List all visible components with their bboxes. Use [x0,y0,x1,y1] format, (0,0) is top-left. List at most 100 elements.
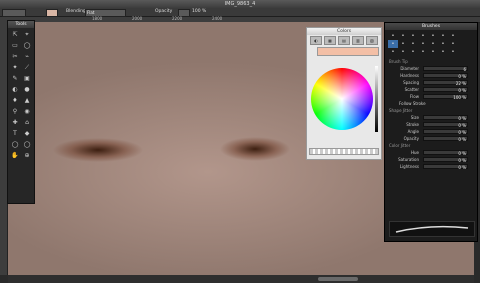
setting-row: Spacing 22 % [385,79,477,86]
tool-icon[interactable]: ✎ [9,73,21,84]
tool-icon[interactable]: ⌖ [21,29,33,40]
colors-panel: Colors ◐ ▦ ▤ ▥ ▧ [306,27,382,160]
follow-stroke-checkbox[interactable]: Follow Stroke [385,100,477,107]
setting-label: Angle [407,129,419,134]
tool-icon[interactable]: T [9,128,21,139]
tool-icon[interactable]: ◯ [21,139,33,150]
brush-preset[interactable]: • [398,40,408,48]
brush-preset[interactable]: • [438,40,448,48]
brightness-slider[interactable] [375,66,378,132]
tools-panel: Tools ⇱ ⌖ ▭ ◯ ✂ ⌁ ✦ ⟋ ✎ ▣ ◐ ● ♦ ▲ ⚲ ◉ ✚ ⌂ T ◆ ◯ ◯ ✋ ⊕ [7,20,35,204]
setting-value[interactable]: 0 % [423,136,468,142]
brush-preset[interactable]: • [388,48,398,56]
setting-label: Hardness [400,73,419,78]
brush-preset[interactable]: • [408,40,418,48]
tool-icon[interactable]: ◯ [9,139,21,150]
ruler-label: 1800 [92,16,103,21]
brush-preset[interactable]: • [438,32,448,40]
color-jitter-heading: Color Jitter [389,143,411,148]
window-title: IMG_9863_4 [224,1,256,7]
palette-strip[interactable] [309,148,379,155]
setting-value[interactable]: 0 % [423,87,468,93]
horizontal-scrollbar[interactable] [8,275,474,283]
setting-value[interactable]: 22 % [423,80,468,86]
current-color-swatch[interactable] [317,47,379,56]
brush-preset-grid: • • • • • • • • • • • • • • • • • • • • • [385,30,477,58]
tool-icon[interactable]: ● [21,84,33,95]
setting-value[interactable]: 6 [423,66,468,72]
blending-label: Blending [66,9,86,14]
tool-icon[interactable]: ✋ [9,150,21,161]
setting-value[interactable]: 100 % [423,94,468,100]
color-mode-tab[interactable]: ▦ [324,36,336,45]
tool-icon[interactable]: ⇱ [9,29,21,40]
tool-icon[interactable]: ⚲ [9,106,21,117]
setting-value[interactable]: 0 % [423,115,468,121]
tool-icon[interactable]: ◉ [21,106,33,117]
setting-row: Angle 0 % [385,128,477,135]
setting-value[interactable]: 0 % [423,157,468,163]
tool-icon[interactable]: ⌁ [21,51,33,62]
setting-label: Hue [410,150,419,155]
opacity-value: 100 % [192,9,207,14]
color-wheel[interactable] [311,68,373,130]
brush-preset[interactable]: • [448,40,458,48]
mode-select[interactable] [2,9,26,17]
tool-icon[interactable]: ♦ [9,95,21,106]
ruler-label: 2400 [212,16,223,21]
tool-icon[interactable]: ◆ [21,128,33,139]
brush-preset[interactable]: • [418,40,428,48]
tool-icon[interactable]: ◯ [21,40,33,51]
tools-title: Tools [8,21,34,28]
brush-preset[interactable]: • [418,32,428,40]
color-mode-tab[interactable]: ▤ [338,36,350,45]
tool-icon[interactable]: ✦ [9,62,21,73]
setting-label: Scatter [404,87,419,92]
tool-icon[interactable]: ⊕ [21,150,33,161]
brush-preset[interactable]: • [428,32,438,40]
color-mode-tab[interactable]: ◐ [310,36,322,45]
tool-icon[interactable]: ▣ [21,73,33,84]
setting-label: Lightness [399,164,419,169]
color-mode-tab[interactable]: ▥ [352,36,364,45]
tool-icon[interactable]: ▲ [21,95,33,106]
setting-row: Flow 100 % [385,93,477,100]
brush-preset[interactable]: • [448,32,458,40]
brushes-panel: Brushes • • • • • • • • • • • • • • • • • • • • • Brush Tip … [384,22,478,242]
brush-preset[interactable]: • [408,48,418,56]
colors-tabs: ◐ ▦ ▤ ▥ ▧ [307,35,381,45]
brush-preset[interactable]: • [428,48,438,56]
brush-preset[interactable]: • [428,40,438,48]
tool-icon[interactable]: ⟋ [21,62,33,73]
brush-preset[interactable]: • [418,48,428,56]
brush-preset[interactable]: • [438,48,448,56]
setting-value[interactable]: 0 % [423,164,468,170]
ruler-label: 2200 [172,16,183,21]
brush-preset[interactable]: • [398,32,408,40]
tool-icon[interactable]: ✚ [9,117,21,128]
brush-preset[interactable]: • [388,32,398,40]
shape-jitter-heading: Shape Jitter [389,108,413,113]
setting-value[interactable]: 0 % [423,150,468,156]
brush-preset[interactable]: • [398,48,408,56]
brush-preset[interactable]: • [388,40,398,48]
tool-icon[interactable]: ◐ [9,84,21,95]
brush-preset[interactable]: • [408,32,418,40]
setting-value[interactable]: 0 % [423,73,468,79]
scroll-thumb[interactable] [318,277,358,281]
color-mode-tab[interactable]: ▧ [366,36,378,45]
tool-icon[interactable]: ✂ [9,51,21,62]
setting-value[interactable]: 0 % [423,122,468,128]
setting-row: Saturation 0 % [385,156,477,163]
tool-icon[interactable]: ⌂ [21,117,33,128]
setting-value[interactable]: 0 % [423,129,468,135]
setting-row: Lightness 0 % [385,163,477,170]
brush-tip-heading: Brush Tip [389,59,408,64]
color-swatch[interactable] [46,9,58,17]
colors-title: Colors [307,28,381,35]
brushes-title: Brushes [385,23,477,30]
tool-icon[interactable]: ▭ [9,40,21,51]
setting-row: Size 0 % [385,114,477,121]
brush-preset[interactable]: • [448,48,458,56]
setting-label: Diameter [400,66,419,71]
